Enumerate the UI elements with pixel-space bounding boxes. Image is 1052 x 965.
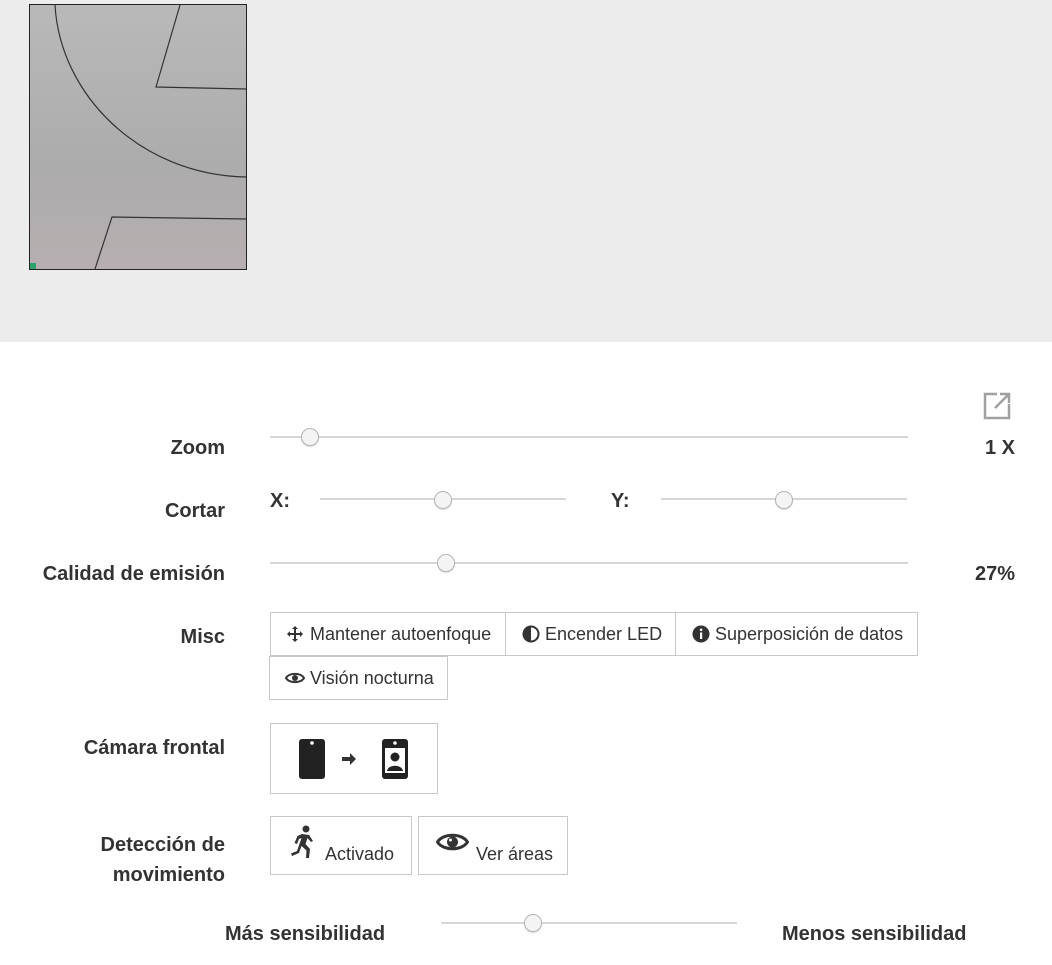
sensitivity-slider-track[interactable] xyxy=(441,922,737,924)
switch-camera-icon xyxy=(299,738,408,779)
crop-x-slider-handle[interactable] xyxy=(434,491,452,509)
zoom-value: 1 X xyxy=(984,437,1015,459)
motion-label-line2: movimiento xyxy=(112,864,225,886)
zoom-label: Zoom xyxy=(170,437,225,459)
night-vision-button[interactable]: Visión nocturna xyxy=(269,656,448,700)
front-camera-button[interactable] xyxy=(270,723,438,794)
motion-activate-label: Activado xyxy=(325,844,395,864)
zoom-slider-track[interactable] xyxy=(270,436,908,438)
led-button[interactable]: Encender LED xyxy=(505,612,676,656)
contrast-icon xyxy=(522,625,540,643)
view-areas-label: Ver áreas xyxy=(476,844,554,864)
eye-icon xyxy=(436,833,469,851)
running-person-icon xyxy=(291,825,313,858)
move-icon xyxy=(287,626,303,642)
eye-icon xyxy=(285,672,305,684)
motion-activate-button[interactable]: Activado xyxy=(270,816,412,875)
led-label: Encender LED xyxy=(545,623,663,644)
preview-drawing xyxy=(30,5,246,269)
crop-y-label: Y: xyxy=(611,490,630,512)
misc-label: Misc xyxy=(180,626,225,648)
data-overlay-button[interactable]: Superposición de datos xyxy=(675,612,918,656)
autofocus-button[interactable]: Mantener autoenfoque xyxy=(270,612,506,656)
more-sensitivity-label: Más sensibilidad xyxy=(225,923,386,945)
info-icon xyxy=(692,625,710,643)
quality-value: 27% xyxy=(974,563,1015,585)
quality-slider-track[interactable] xyxy=(270,562,908,564)
crop-label: Cortar xyxy=(164,500,225,522)
night-vision-label: Visión nocturna xyxy=(310,667,434,688)
data-overlay-label: Superposición de datos xyxy=(715,623,904,644)
front-camera-label: Cámara frontal xyxy=(83,737,225,759)
quality-label: Calidad de emisión xyxy=(42,563,225,585)
open-external-icon[interactable] xyxy=(983,390,1013,420)
autofocus-label: Mantener autoenfoque xyxy=(310,623,492,644)
motion-label-line1: Detección de xyxy=(100,834,225,856)
camera-preview-image[interactable] xyxy=(29,4,247,270)
video-preview-area xyxy=(0,0,1052,342)
zoom-slider-handle[interactable] xyxy=(301,428,319,446)
crop-x-label: X: xyxy=(270,490,290,512)
less-sensitivity-label: Menos sensibilidad xyxy=(782,923,967,945)
motion-detection-label: Detección de movimiento xyxy=(101,830,225,890)
crop-y-slider-handle[interactable] xyxy=(775,491,793,509)
view-areas-button[interactable]: Ver áreas xyxy=(418,816,568,875)
sensitivity-slider-handle[interactable] xyxy=(524,914,542,932)
quality-slider-handle[interactable] xyxy=(437,554,455,572)
